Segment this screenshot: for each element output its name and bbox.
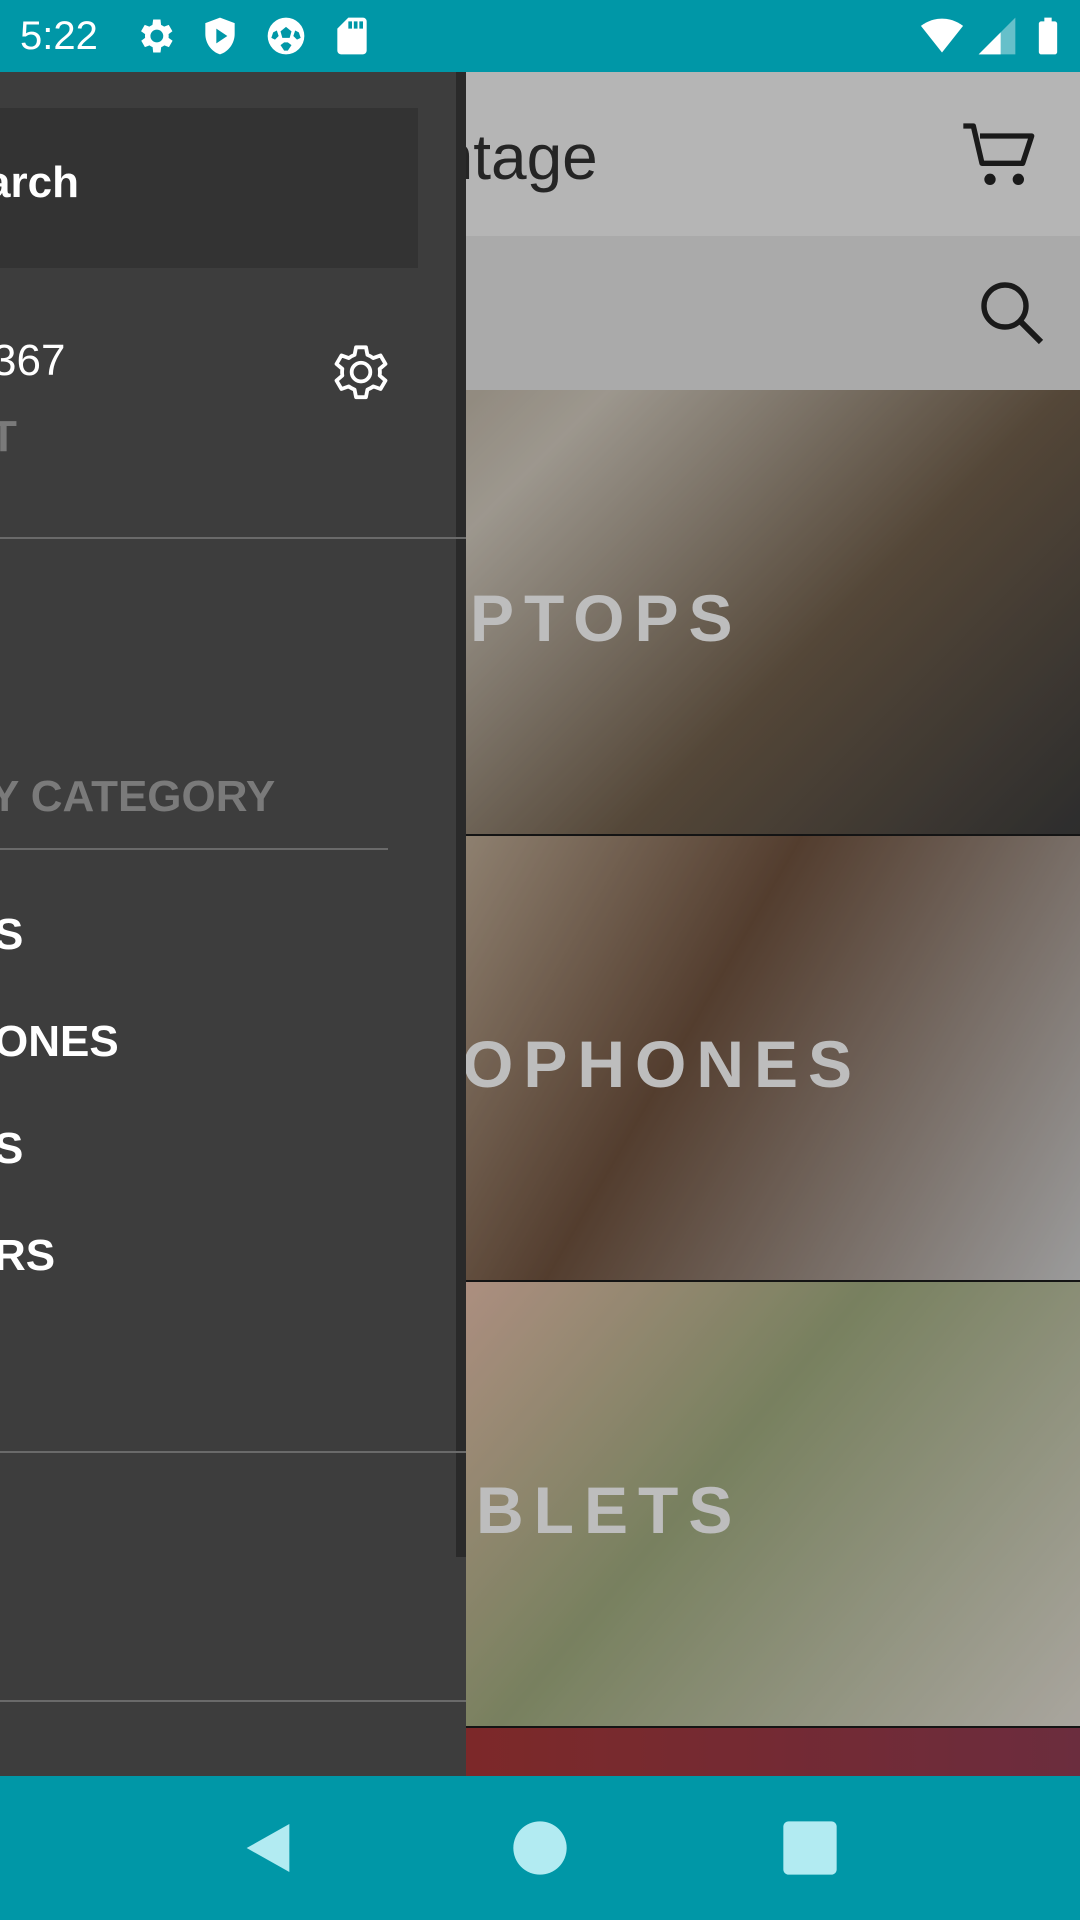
signal-icon (978, 17, 1016, 55)
drawer-divider (0, 537, 466, 539)
drawer-section-title: Y CATEGORY (0, 772, 276, 821)
screen: 5:22 vantage PTOPS OPHONES BLETS rch 367… (0, 0, 1080, 1920)
drawer-item-speakers[interactable]: RS (0, 1231, 55, 1281)
soccer-ball-icon (267, 17, 305, 55)
status-time: 5:22 (20, 14, 98, 58)
sd-card-icon (337, 17, 367, 55)
drawer-scrollbar[interactable] (456, 72, 466, 1557)
navigation-drawer: arch 367 T Y CATEGORY S ONES S RS (0, 72, 466, 1776)
drawer-user-subtitle[interactable]: T (0, 412, 17, 462)
drawer-item-laptops[interactable]: S (0, 910, 23, 960)
gear-icon (141, 19, 173, 53)
section-divider (0, 848, 388, 850)
recents-icon[interactable] (778, 1816, 842, 1880)
battery-icon (1038, 17, 1058, 55)
home-icon[interactable] (508, 1816, 572, 1880)
drawer-search-box[interactable]: arch (0, 108, 418, 268)
drawer-item-headphones[interactable]: ONES (0, 1017, 119, 1067)
wifi-icon (920, 18, 964, 53)
status-bar: 5:22 (0, 0, 1080, 72)
drawer-item-tablets[interactable]: S (0, 1124, 23, 1174)
shield-icon (205, 17, 235, 55)
system-navigation-bar (0, 1776, 1080, 1920)
settings-gear-icon[interactable] (326, 340, 396, 410)
drawer-divider (0, 1451, 466, 1453)
drawer-search-label: arch (0, 158, 79, 207)
drawer-divider (0, 1700, 466, 1702)
back-icon[interactable] (236, 1816, 300, 1880)
drawer-user-id: 367 (0, 336, 66, 385)
